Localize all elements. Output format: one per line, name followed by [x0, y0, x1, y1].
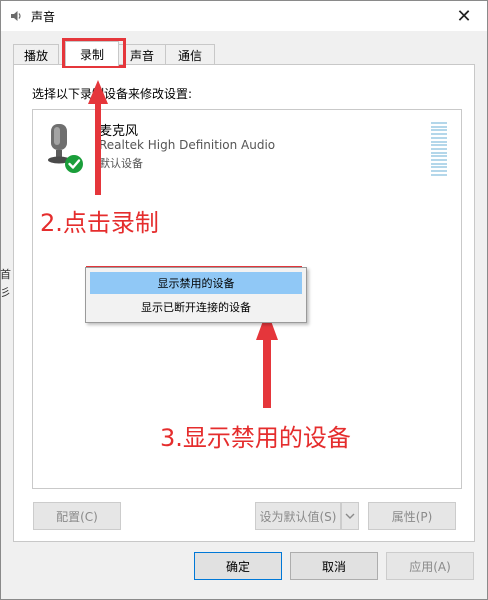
- annotation-step3: 3.显示禁用的设备: [160, 424, 351, 452]
- tab-communications[interactable]: 通信: [165, 44, 215, 65]
- close-button[interactable]: ✕: [441, 1, 487, 31]
- menu-item-show-disabled[interactable]: 显示禁用的设备: [90, 272, 302, 294]
- set-default-dropdown[interactable]: [341, 502, 359, 530]
- context-menu: 显示禁用的设备 显示已断开连接的设备: [85, 267, 307, 323]
- configure-button[interactable]: 配置(C): [33, 502, 121, 530]
- ok-button[interactable]: 确定: [194, 552, 282, 580]
- level-meter: [431, 122, 447, 176]
- chevron-down-icon: [345, 513, 355, 519]
- edge-glyph: 彡: [0, 286, 11, 299]
- annotation-step2: 2.点击录制: [40, 209, 159, 237]
- list-item[interactable]: 麦克风 Realtek High Definition Audio 默认设备: [33, 110, 461, 176]
- set-default-button[interactable]: 设为默认值(S): [255, 502, 341, 530]
- device-status: 默认设备: [99, 157, 143, 170]
- instruction-text: 选择以下录制设备来修改设置:: [32, 87, 193, 101]
- edge-glyph: 首: [0, 268, 11, 281]
- default-check-icon: [65, 155, 83, 173]
- tab-playback[interactable]: 播放: [13, 44, 59, 65]
- window-title: 声音: [31, 10, 56, 24]
- title-bar[interactable]: 声音 ✕: [1, 1, 487, 31]
- device-driver: Realtek High Definition Audio: [99, 138, 276, 152]
- properties-button[interactable]: 属性(P): [368, 502, 456, 530]
- close-icon: ✕: [456, 5, 472, 27]
- microphone-icon: [48, 124, 83, 173]
- sound-dialog: 声音 ✕ 播放 录制 声音 通信 选择以下录制设备来修改设置: 麦克风 Real…: [0, 0, 488, 600]
- menu-item-show-disconnected[interactable]: 显示已断开连接的设备: [90, 296, 302, 318]
- speaker-icon: [11, 11, 21, 21]
- tab-recording[interactable]: 录制: [65, 41, 119, 66]
- device-name: 麦克风: [99, 124, 139, 139]
- cancel-button[interactable]: 取消: [290, 552, 378, 580]
- apply-button[interactable]: 应用(A): [386, 552, 474, 580]
